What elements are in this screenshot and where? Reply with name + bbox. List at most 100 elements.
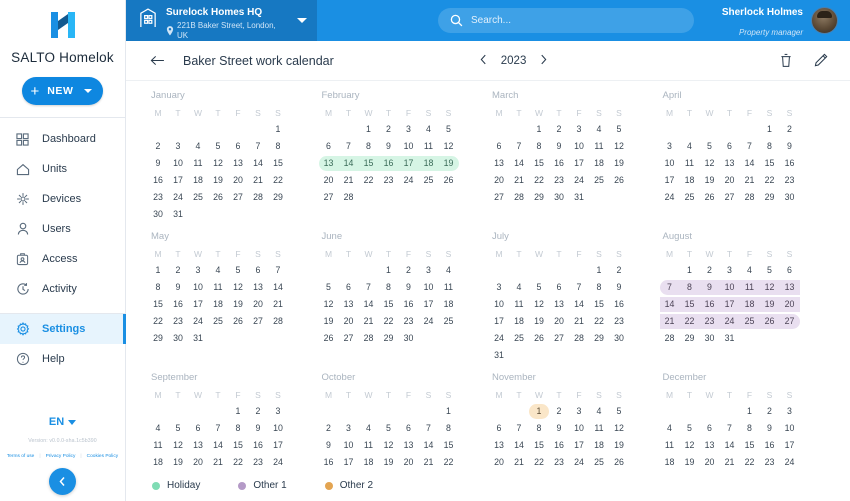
calendar-day[interactable]: 27 <box>319 189 339 206</box>
calendar-day[interactable]: 2 <box>248 403 268 420</box>
calendar-day[interactable]: 3 <box>399 121 419 138</box>
calendar-day[interactable]: 29 <box>379 330 399 347</box>
calendar-day[interactable]: 19 <box>208 172 228 189</box>
sidebar-item-access[interactable]: Access <box>0 244 125 274</box>
calendar-day[interactable]: 11 <box>509 296 529 313</box>
calendar-day[interactable]: 12 <box>680 437 700 454</box>
calendar-day[interactable]: 25 <box>740 313 760 330</box>
calendar-day[interactable]: 15 <box>740 437 760 454</box>
calendar-day[interactable]: 19 <box>228 296 248 313</box>
calendar-day[interactable]: 18 <box>589 437 609 454</box>
calendar-day[interactable]: 6 <box>188 420 208 437</box>
calendar-day[interactable]: 31 <box>720 330 740 347</box>
calendar-day[interactable]: 5 <box>208 138 228 155</box>
calendar-day[interactable]: 2 <box>319 420 339 437</box>
calendar-day[interactable]: 20 <box>549 313 569 330</box>
calendar-day[interactable]: 9 <box>549 420 569 437</box>
calendar-day[interactable]: 3 <box>780 403 800 420</box>
calendar-day[interactable]: 22 <box>760 172 780 189</box>
calendar-day[interactable]: 2 <box>549 121 569 138</box>
calendar-day[interactable]: 22 <box>359 172 379 189</box>
calendar-day[interactable]: 17 <box>489 313 509 330</box>
calendar-day[interactable]: 26 <box>228 313 248 330</box>
calendar-day[interactable]: 28 <box>660 330 680 347</box>
calendar-day[interactable]: 23 <box>399 313 419 330</box>
calendar-day[interactable]: 10 <box>268 420 288 437</box>
calendar-day[interactable]: 17 <box>419 296 439 313</box>
calendar-day[interactable]: 11 <box>660 437 680 454</box>
search-box[interactable] <box>438 8 694 33</box>
sidebar-item-settings[interactable]: Settings <box>0 314 126 344</box>
calendar-day[interactable]: 9 <box>148 155 168 172</box>
calendar-day[interactable]: 28 <box>569 330 589 347</box>
calendar-day[interactable]: 22 <box>680 313 700 330</box>
calendar-day[interactable]: 25 <box>589 172 609 189</box>
calendar-day[interactable]: 16 <box>700 296 720 313</box>
calendar-day[interactable]: 29 <box>228 471 248 474</box>
calendar-day[interactable]: 8 <box>740 420 760 437</box>
calendar-day[interactable]: 13 <box>780 279 800 296</box>
calendar-day[interactable]: 31 <box>780 471 800 474</box>
calendar-day[interactable]: 21 <box>569 313 589 330</box>
calendar-day[interactable]: 9 <box>780 138 800 155</box>
calendar-day[interactable]: 11 <box>419 138 439 155</box>
calendar-day[interactable]: 25 <box>188 189 208 206</box>
calendar-day[interactable]: 19 <box>700 172 720 189</box>
calendar-day[interactable]: 17 <box>188 296 208 313</box>
next-year-button[interactable] <box>540 54 547 68</box>
calendar-day[interactable]: 9 <box>760 420 780 437</box>
calendar-day[interactable]: 1 <box>268 121 288 138</box>
calendar-day[interactable]: 24 <box>660 189 680 206</box>
calendar-day[interactable]: 12 <box>379 437 399 454</box>
calendar-day[interactable]: 17 <box>569 155 589 172</box>
calendar-day[interactable]: 25 <box>148 471 168 474</box>
calendar-day[interactable]: 21 <box>509 172 529 189</box>
calendar-day[interactable]: 19 <box>609 437 629 454</box>
calendar-day[interactable]: 26 <box>379 471 399 474</box>
calendar-day[interactable]: 2 <box>700 262 720 279</box>
calendar-day[interactable]: 30 <box>549 189 569 206</box>
calendar-day[interactable]: 8 <box>359 138 379 155</box>
calendar-day[interactable]: 12 <box>168 437 188 454</box>
calendar-day[interactable]: 12 <box>700 155 720 172</box>
calendar-day[interactable]: 30 <box>700 330 720 347</box>
calendar-day[interactable]: 21 <box>419 454 439 471</box>
privacy-policy-link[interactable]: Privacy Policy <box>46 454 76 459</box>
language-selector[interactable]: EN <box>49 416 77 428</box>
calendar-day[interactable]: 9 <box>700 279 720 296</box>
calendar-day[interactable]: 24 <box>720 313 740 330</box>
calendar-day[interactable]: 2 <box>379 121 399 138</box>
calendar-day[interactable]: 23 <box>319 471 339 474</box>
sidebar-item-activity[interactable]: Activity <box>0 274 125 304</box>
calendar-day[interactable]: 17 <box>569 437 589 454</box>
calendar-day[interactable]: 11 <box>680 155 700 172</box>
calendar-day[interactable]: 5 <box>319 279 339 296</box>
sidebar-item-devices[interactable]: Devices <box>0 184 125 214</box>
calendar-day[interactable]: 28 <box>248 189 268 206</box>
calendar-day[interactable]: 6 <box>399 420 419 437</box>
calendar-day[interactable]: 25 <box>680 189 700 206</box>
calendar-day[interactable]: 26 <box>760 313 780 330</box>
sidebar-item-users[interactable]: Users <box>0 214 125 244</box>
edit-calendar-button[interactable] <box>814 53 828 68</box>
calendar-day[interactable]: 20 <box>489 172 509 189</box>
calendar-day[interactable]: 20 <box>248 296 268 313</box>
calendar-day[interactable]: 27 <box>700 471 720 474</box>
calendar-day[interactable]: 12 <box>228 279 248 296</box>
calendar-day[interactable]: 27 <box>780 313 800 330</box>
calendar-day[interactable]: 28 <box>509 471 529 474</box>
calendar-day[interactable]: 18 <box>680 172 700 189</box>
calendar-day[interactable]: 14 <box>569 296 589 313</box>
calendar-day[interactable]: 21 <box>268 296 288 313</box>
calendar-day[interactable]: 23 <box>700 313 720 330</box>
calendar-day[interactable]: 8 <box>439 420 459 437</box>
calendar-day[interactable]: 3 <box>569 403 589 420</box>
calendar-day[interactable]: 19 <box>680 454 700 471</box>
calendar-day[interactable]: 18 <box>589 155 609 172</box>
calendar-day[interactable]: 13 <box>399 437 419 454</box>
calendar-day[interactable]: 27 <box>228 189 248 206</box>
calendar-day[interactable]: 13 <box>248 279 268 296</box>
calendar-day[interactable]: 6 <box>549 279 569 296</box>
calendar-day[interactable]: 17 <box>339 454 359 471</box>
calendar-day[interactable]: 20 <box>339 313 359 330</box>
